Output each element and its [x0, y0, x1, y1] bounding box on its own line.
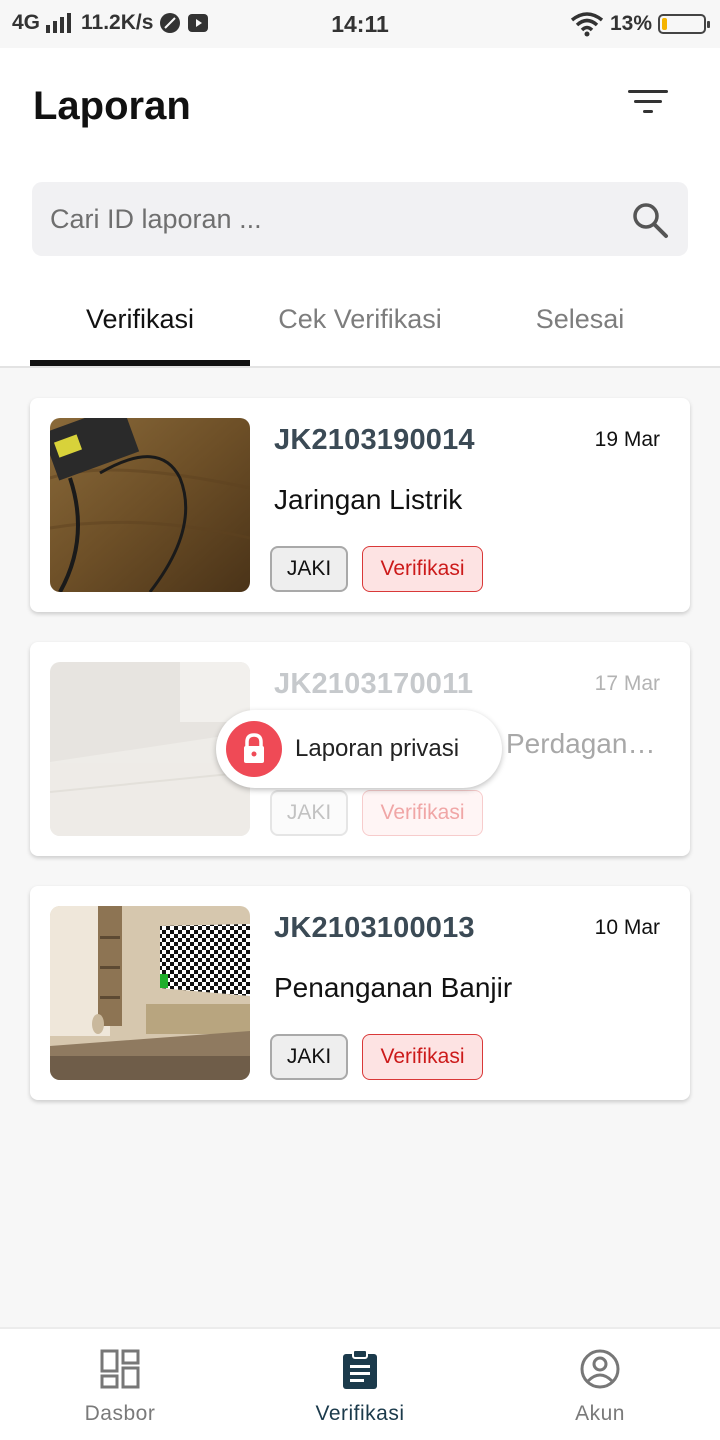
- search-input[interactable]: [50, 182, 610, 256]
- lock-icon: [226, 721, 282, 777]
- status-badge: Verifikasi: [362, 1034, 483, 1080]
- source-badge: JAKI: [270, 1034, 348, 1080]
- report-card[interactable]: JK2103190014 19 Mar Jaringan Listrik JAK…: [30, 398, 690, 612]
- tab-bar: Verifikasi Cek Verifikasi Selesai: [0, 298, 720, 366]
- report-id: JK2103170011: [274, 668, 474, 700]
- search-box[interactable]: [32, 182, 688, 256]
- filter-icon: [628, 90, 668, 93]
- nav-verifikasi[interactable]: Verifikasi: [240, 1329, 480, 1440]
- account-icon: [580, 1349, 620, 1389]
- clipboard-icon: [343, 1349, 377, 1389]
- report-date: 19 Mar: [594, 428, 660, 451]
- dashboard-icon: [100, 1349, 140, 1389]
- report-photo: [50, 418, 250, 592]
- report-category: Jaringan Listrik: [274, 484, 463, 515]
- report-id: JK2103100013: [274, 912, 475, 944]
- nav-dasbor[interactable]: Dasbor: [0, 1329, 240, 1440]
- tab-verifikasi[interactable]: Verifikasi: [30, 298, 250, 366]
- tab-selesai[interactable]: Selesai: [470, 298, 690, 366]
- report-id: JK2103190014: [274, 424, 475, 456]
- status-right: 13%: [570, 11, 710, 37]
- status-badge: Verifikasi: [362, 790, 483, 836]
- tab-divider: [0, 366, 720, 368]
- report-photo: [50, 906, 250, 1080]
- bottom-nav: Dasbor Verifikasi Akun: [0, 1327, 720, 1440]
- tab-cek-verifikasi[interactable]: Cek Verifikasi: [250, 298, 470, 366]
- source-badge: JAKI: [270, 790, 348, 836]
- filter-icon-mid: [634, 100, 662, 103]
- header: Laporan Verifikasi Cek Verifikasi Selesa…: [0, 48, 720, 368]
- search-icon[interactable]: [630, 200, 670, 240]
- nav-akun[interactable]: Akun: [480, 1329, 720, 1440]
- privacy-badge: Laporan privasi: [216, 710, 502, 788]
- status-badge: Verifikasi: [362, 546, 483, 592]
- privacy-label: Laporan privasi: [295, 735, 460, 762]
- source-badge: JAKI: [270, 546, 348, 592]
- report-category: Perdagangan: [506, 728, 671, 759]
- battery-level: [662, 18, 668, 30]
- nav-label: Akun: [575, 1402, 625, 1425]
- page-title: Laporan: [33, 84, 191, 128]
- report-date: 17 Mar: [594, 672, 660, 695]
- battery-icon: [658, 14, 710, 34]
- filter-icon-bottom: [643, 110, 653, 113]
- filter-button[interactable]: [628, 88, 668, 120]
- nav-label: Verifikasi: [315, 1402, 405, 1425]
- battery-percent: 13%: [609, 12, 652, 35]
- report-card[interactable]: JK2103100013 10 Mar Penanganan Banjir JA…: [30, 886, 690, 1100]
- wifi-icon: [570, 12, 604, 37]
- status-bar: 4G 11.2K/s 14:11 13%: [0, 0, 720, 48]
- report-category: Penanganan Banjir: [274, 972, 513, 1003]
- report-date: 10 Mar: [594, 916, 660, 939]
- nav-label: Dasbor: [84, 1402, 156, 1425]
